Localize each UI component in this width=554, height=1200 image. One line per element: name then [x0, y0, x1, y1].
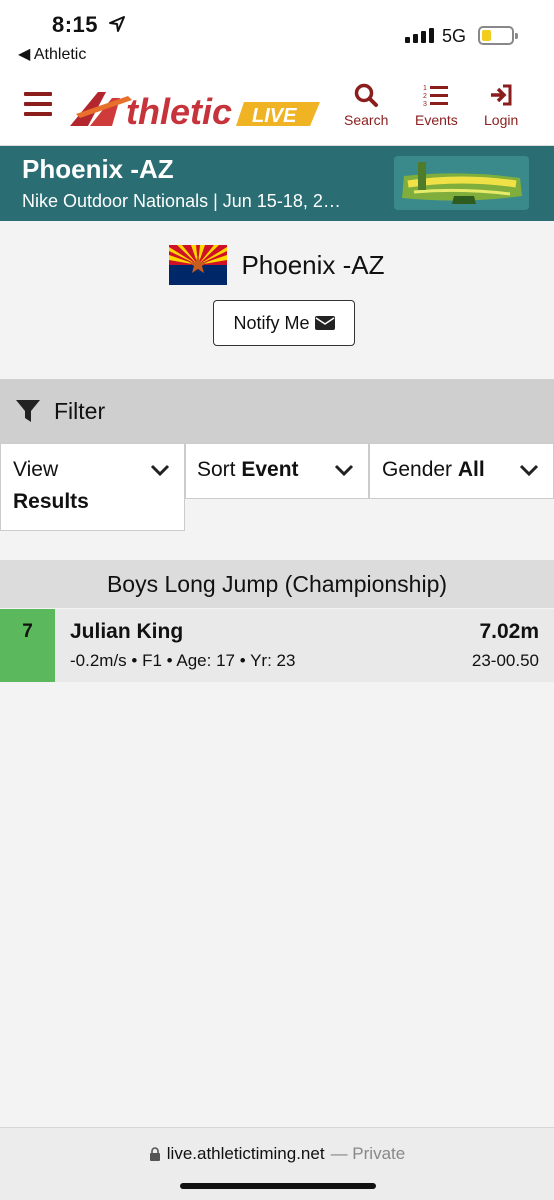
- nav-search[interactable]: Search: [344, 82, 388, 128]
- athlete-details: -0.2m/s • F1 • Age: 17 • Yr: 23: [70, 651, 296, 670]
- view-dropdown[interactable]: View Results: [0, 443, 185, 531]
- sort-dropdown[interactable]: Sort Event: [185, 443, 369, 499]
- result-mark-imperial: 23-00.50: [471, 651, 539, 670]
- list-icon: 1 2 3: [423, 85, 449, 108]
- arizona-flag-icon: [169, 245, 228, 285]
- chevron-down-icon: [334, 464, 354, 477]
- athletic-live-logo[interactable]: thletic LIVE: [68, 84, 324, 134]
- login-icon: [491, 84, 512, 106]
- banner-title: Phoenix -AZ: [22, 154, 174, 184]
- status-bar: 8:15 ◀ Athletic 5G: [0, 0, 554, 76]
- status-time: 8:15: [52, 12, 99, 37]
- home-indicator[interactable]: [180, 1183, 376, 1189]
- chevron-down-icon: [519, 464, 539, 477]
- sort-dropdown-prefix: Sort: [197, 458, 236, 481]
- team-name: Phoenix -AZ: [241, 249, 385, 280]
- svg-text:1: 1: [423, 85, 427, 92]
- sort-dropdown-value: Event: [241, 458, 299, 481]
- notify-me-label: Notify Me: [233, 312, 310, 333]
- url-text[interactable]: live.athletictiming.net: [167, 1144, 325, 1164]
- nav-login[interactable]: Login: [484, 82, 518, 128]
- gender-dropdown-prefix: Gender: [382, 458, 453, 481]
- view-dropdown-value: Results: [13, 490, 89, 513]
- stadium-image: [394, 156, 529, 210]
- cellular-signal-icon: [405, 28, 434, 43]
- back-to-app-link[interactable]: ◀ Athletic: [18, 44, 86, 64]
- result-mark: 7.02m: [479, 620, 539, 643]
- meet-banner: Phoenix -AZ Nike Outdoor Nationals | Jun…: [0, 146, 554, 221]
- app-header: thletic LIVE Search 1 2 3 Events Login: [0, 76, 554, 146]
- network-type: 5G: [442, 26, 467, 46]
- banner-subtitle[interactable]: Nike Outdoor Nationals | Jun 15-18, 2…: [22, 191, 341, 212]
- chevron-down-icon: [150, 464, 170, 477]
- envelope-icon: [314, 316, 335, 330]
- team-header: Phoenix -AZ: [0, 245, 554, 285]
- nav-login-label: Login: [484, 112, 519, 128]
- athlete-name[interactable]: Julian King: [70, 620, 183, 644]
- view-dropdown-prefix: View: [13, 458, 59, 481]
- event-heading[interactable]: Boys Long Jump (Championship): [0, 560, 554, 608]
- location-arrow-icon: [109, 16, 125, 32]
- svg-text:3: 3: [423, 101, 427, 108]
- filter-icon: [16, 400, 40, 422]
- place-badge: 7: [0, 609, 55, 682]
- battery-icon: [478, 26, 518, 45]
- filter-label: Filter: [54, 398, 106, 424]
- lock-icon: [149, 1147, 160, 1161]
- browser-url-bar[interactable]: live.athletictiming.net — Private: [0, 1127, 554, 1200]
- logo-text: thletic: [126, 91, 232, 132]
- gender-dropdown[interactable]: Gender All: [369, 443, 554, 499]
- private-mode-label: — Private: [330, 1144, 406, 1163]
- nav-events[interactable]: 1 2 3 Events: [415, 82, 458, 128]
- nav-search-label: Search: [344, 112, 389, 128]
- gender-dropdown-value: All: [457, 458, 485, 481]
- notify-me-button[interactable]: Notify Me: [213, 300, 355, 346]
- nav-events-label: Events: [415, 112, 458, 128]
- filter-bar[interactable]: Filter: [0, 379, 554, 443]
- menu-icon[interactable]: [24, 92, 52, 116]
- search-icon: [354, 83, 379, 107]
- logo-badge: LIVE: [252, 105, 297, 127]
- result-row[interactable]: 7 Julian King -0.2m/s • F1 • Age: 17 • Y…: [0, 609, 554, 682]
- svg-text:2: 2: [423, 93, 427, 100]
